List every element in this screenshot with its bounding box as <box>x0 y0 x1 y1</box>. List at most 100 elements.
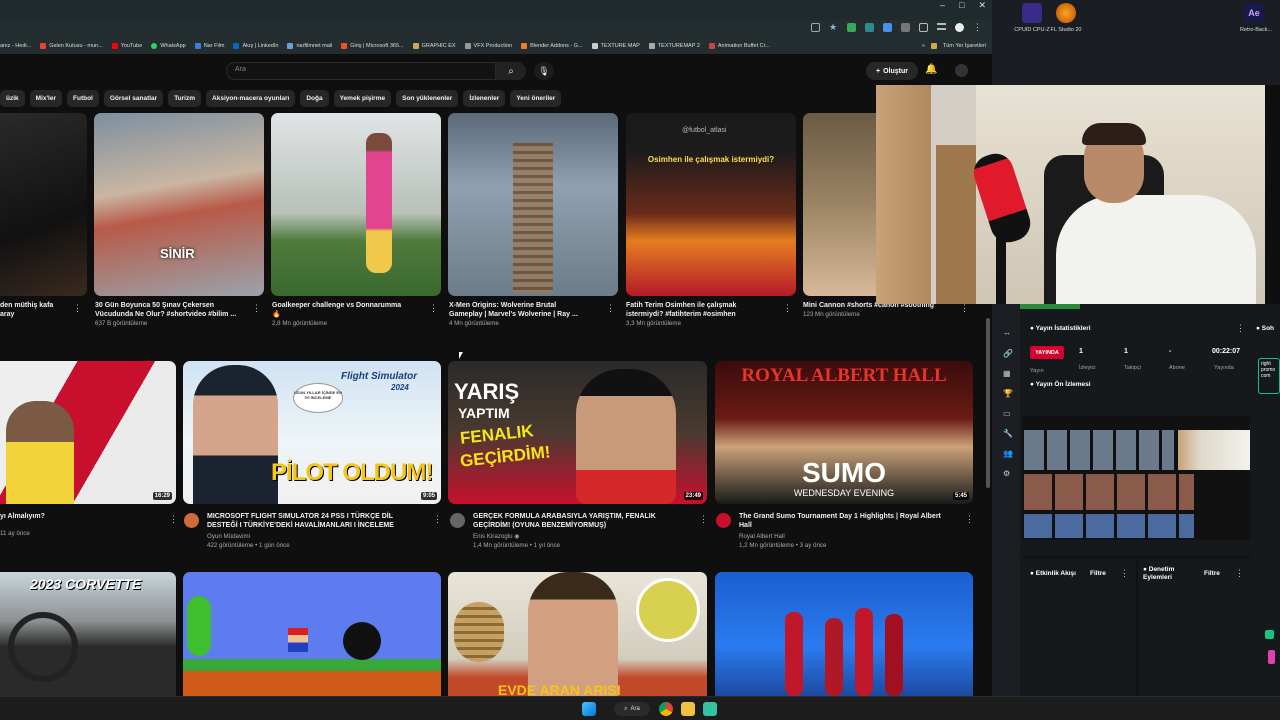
chip[interactable]: Futbol <box>67 90 99 107</box>
close-window-button[interactable]: ✕ <box>978 0 986 14</box>
audit-filter[interactable]: Filtre <box>1204 570 1220 577</box>
minimize-button[interactable]: – <box>940 0 945 14</box>
profile-icon[interactable] <box>955 23 964 32</box>
chip[interactable]: Doğa <box>300 90 329 107</box>
bookmark-item[interactable]: VFX Production <box>464 43 512 49</box>
bookmark-item[interactable]: Gelen Kutusu - mun... <box>40 43 103 49</box>
bookmark-item[interactable]: anız - Hedi... <box>0 43 31 49</box>
avatar[interactable] <box>955 64 968 77</box>
voice-search-button[interactable]: 🎙 <box>534 62 554 80</box>
more-options-icon[interactable]: ⋮ <box>73 303 82 314</box>
star-icon[interactable]: ★ <box>829 23 838 32</box>
wrench-icon[interactable]: 🔧 <box>1003 429 1013 438</box>
bookmark-item[interactable]: Animation Buffet Cr... <box>708 43 770 49</box>
chip[interactable]: Yemek pişirme <box>333 90 392 107</box>
more-options-icon[interactable]: ⋮ <box>1236 323 1245 334</box>
cpuz-icon[interactable] <box>1022 3 1042 23</box>
channel-avatar[interactable] <box>184 513 199 528</box>
video-title[interactable]: 30 Gün Boyunca 50 Şınav Çekersen Vücudund… <box>95 301 255 319</box>
bookmark-item[interactable]: narfilmnet mail <box>287 43 332 49</box>
activity-filter[interactable]: Filtre <box>1090 570 1106 577</box>
chip[interactable]: üzik <box>0 90 25 107</box>
chip[interactable]: Turizm <box>168 90 202 107</box>
video-title[interactable]: X-Men Origins: Wolverine Brutal Gameplay … <box>449 301 609 319</box>
file-explorer-icon[interactable] <box>681 702 695 716</box>
bookmarks-more-icon[interactable]: » <box>922 43 925 49</box>
chip[interactable]: Görsel sanatlar <box>103 90 164 107</box>
video-thumbnail[interactable] <box>448 113 618 296</box>
menu-list-icon[interactable] <box>937 23 946 30</box>
channel-name[interactable]: Oyun Müdavimi <box>207 532 432 541</box>
chip[interactable]: Aksiyon-macera oyunları <box>206 90 296 107</box>
video-title[interactable]: MICROSOFT FLIGHT SIMULATOR 24 PSS I TÜRK… <box>207 512 432 530</box>
more-options-icon[interactable]: ⋮ <box>433 514 442 525</box>
chip[interactable]: Yeni öneriler <box>510 90 562 107</box>
more-options-icon[interactable]: ⋮ <box>960 303 969 314</box>
channel-name[interactable]: Enis Kirazoglu ◉ <box>473 532 698 541</box>
streamlabs-icon[interactable] <box>703 702 717 716</box>
bell-icon[interactable]: 🔔 <box>925 64 937 75</box>
video-thumbnail[interactable]: SİNİR <box>94 113 264 296</box>
bookmark-item[interactable]: YouTube <box>111 43 142 49</box>
extension-teal-icon[interactable] <box>865 23 874 32</box>
more-options-icon[interactable]: ⋮ <box>965 514 974 525</box>
video-thumbnail[interactable] <box>803 113 876 296</box>
all-bookmarks-link[interactable]: Tüm Yer İşaretleri <box>943 43 986 49</box>
settings-icon[interactable]: ⚙ <box>1003 469 1010 478</box>
more-options-icon[interactable]: ⋮ <box>169 514 178 525</box>
search-input[interactable]: Ara <box>226 62 496 80</box>
extension-blue-icon[interactable] <box>883 23 892 32</box>
bookmark-item[interactable]: WhatsApp <box>151 43 186 49</box>
channel-avatar[interactable] <box>450 513 465 528</box>
video-thumbnail[interactable]: EVDE ARAN ARISI <box>448 572 707 696</box>
video-title[interactable]: Fatih Terim Osimhen ile çalışmak istermiy… <box>626 301 786 319</box>
search-button[interactable]: ⌕ <box>496 62 526 80</box>
more-options-icon[interactable]: ⋮ <box>252 303 261 314</box>
bookmark-item[interactable]: TEXTURE MAP <box>591 43 640 49</box>
video-thumbnail[interactable]: ROYAL ALBERT HALL SUMO WEDNESDAY EVENING… <box>715 361 973 504</box>
chat-icon[interactable]: ▭ <box>1003 409 1011 418</box>
page-scrollbar[interactable] <box>986 318 990 488</box>
more-options-icon[interactable]: ⋮ <box>783 303 792 314</box>
video-thumbnail[interactable] <box>0 113 87 296</box>
video-thumbnail[interactable]: 2023 CORVETTE <box>0 572 176 696</box>
chip[interactable]: Son yüklenenler <box>396 90 459 107</box>
video-thumbnail[interactable]: 16:29 <box>0 361 176 504</box>
more-options-icon[interactable]: ⋮ <box>1235 568 1244 579</box>
video-thumbnail[interactable]: YARIŞ YAPTIM FENALIK GEÇİRDİM! 23:49 <box>448 361 707 504</box>
more-options-icon[interactable]: ⋮ <box>606 303 615 314</box>
channel-name[interactable]: Royal Albert Hall <box>739 532 964 541</box>
extension-grey-icon[interactable] <box>901 23 910 32</box>
chrome-icon[interactable] <box>659 702 673 716</box>
video-thumbnail[interactable]: Flight Simulator 2024 UZUN YILLAR İÇİNDE … <box>183 361 441 504</box>
chat-tab[interactable]: ● Soh <box>1256 325 1274 332</box>
install-icon[interactable] <box>811 23 820 32</box>
chip[interactable]: İzlenenler <box>463 90 506 107</box>
kebab-menu-icon[interactable]: ⋮ <box>973 23 982 32</box>
stats-icon[interactable]: ▦ <box>1003 369 1011 378</box>
video-title[interactable]: den müthiş kafa aray <box>0 301 80 319</box>
puzzle-icon[interactable] <box>919 23 928 32</box>
after-effects-icon[interactable]: Ae <box>1244 3 1264 23</box>
more-options-icon[interactable]: ⋮ <box>429 303 438 314</box>
video-title[interactable]: The Grand Sumo Tournament Day 1 Highligh… <box>739 512 964 530</box>
video-title[interactable]: GERÇEK FORMULA ARABASIYLA YARIŞTIM, FENA… <box>473 512 698 530</box>
users-icon[interactable]: 👥 <box>1003 449 1013 458</box>
more-options-icon[interactable]: ⋮ <box>1120 568 1129 579</box>
bookmark-item[interactable]: Giriş | Microsoft 365... <box>341 43 404 49</box>
video-thumbnail[interactable] <box>715 572 973 696</box>
maximize-button[interactable]: □ <box>959 0 964 14</box>
link-icon[interactable]: 🔗 <box>1003 349 1013 358</box>
windows-start-icon[interactable] <box>582 702 596 716</box>
video-thumbnail[interactable] <box>183 572 441 696</box>
fl-studio-icon[interactable] <box>1056 3 1076 23</box>
bookmark-item[interactable]: GRAPHIC EX <box>412 43 456 49</box>
video-thumbnail[interactable]: @futbol_atlasi Osimhen ile çalışmak iste… <box>626 113 796 296</box>
extension-green-icon[interactable] <box>847 23 856 32</box>
channel-avatar[interactable] <box>716 513 731 528</box>
video-thumbnail[interactable] <box>271 113 441 296</box>
video-title[interactable]: yı Almalıyım? <box>0 512 170 521</box>
bookmark-item[interactable]: Blender Addons - G... <box>521 43 583 49</box>
more-options-icon[interactable]: ⋮ <box>699 514 708 525</box>
bookmark-item[interactable]: Nar Film <box>194 43 224 49</box>
